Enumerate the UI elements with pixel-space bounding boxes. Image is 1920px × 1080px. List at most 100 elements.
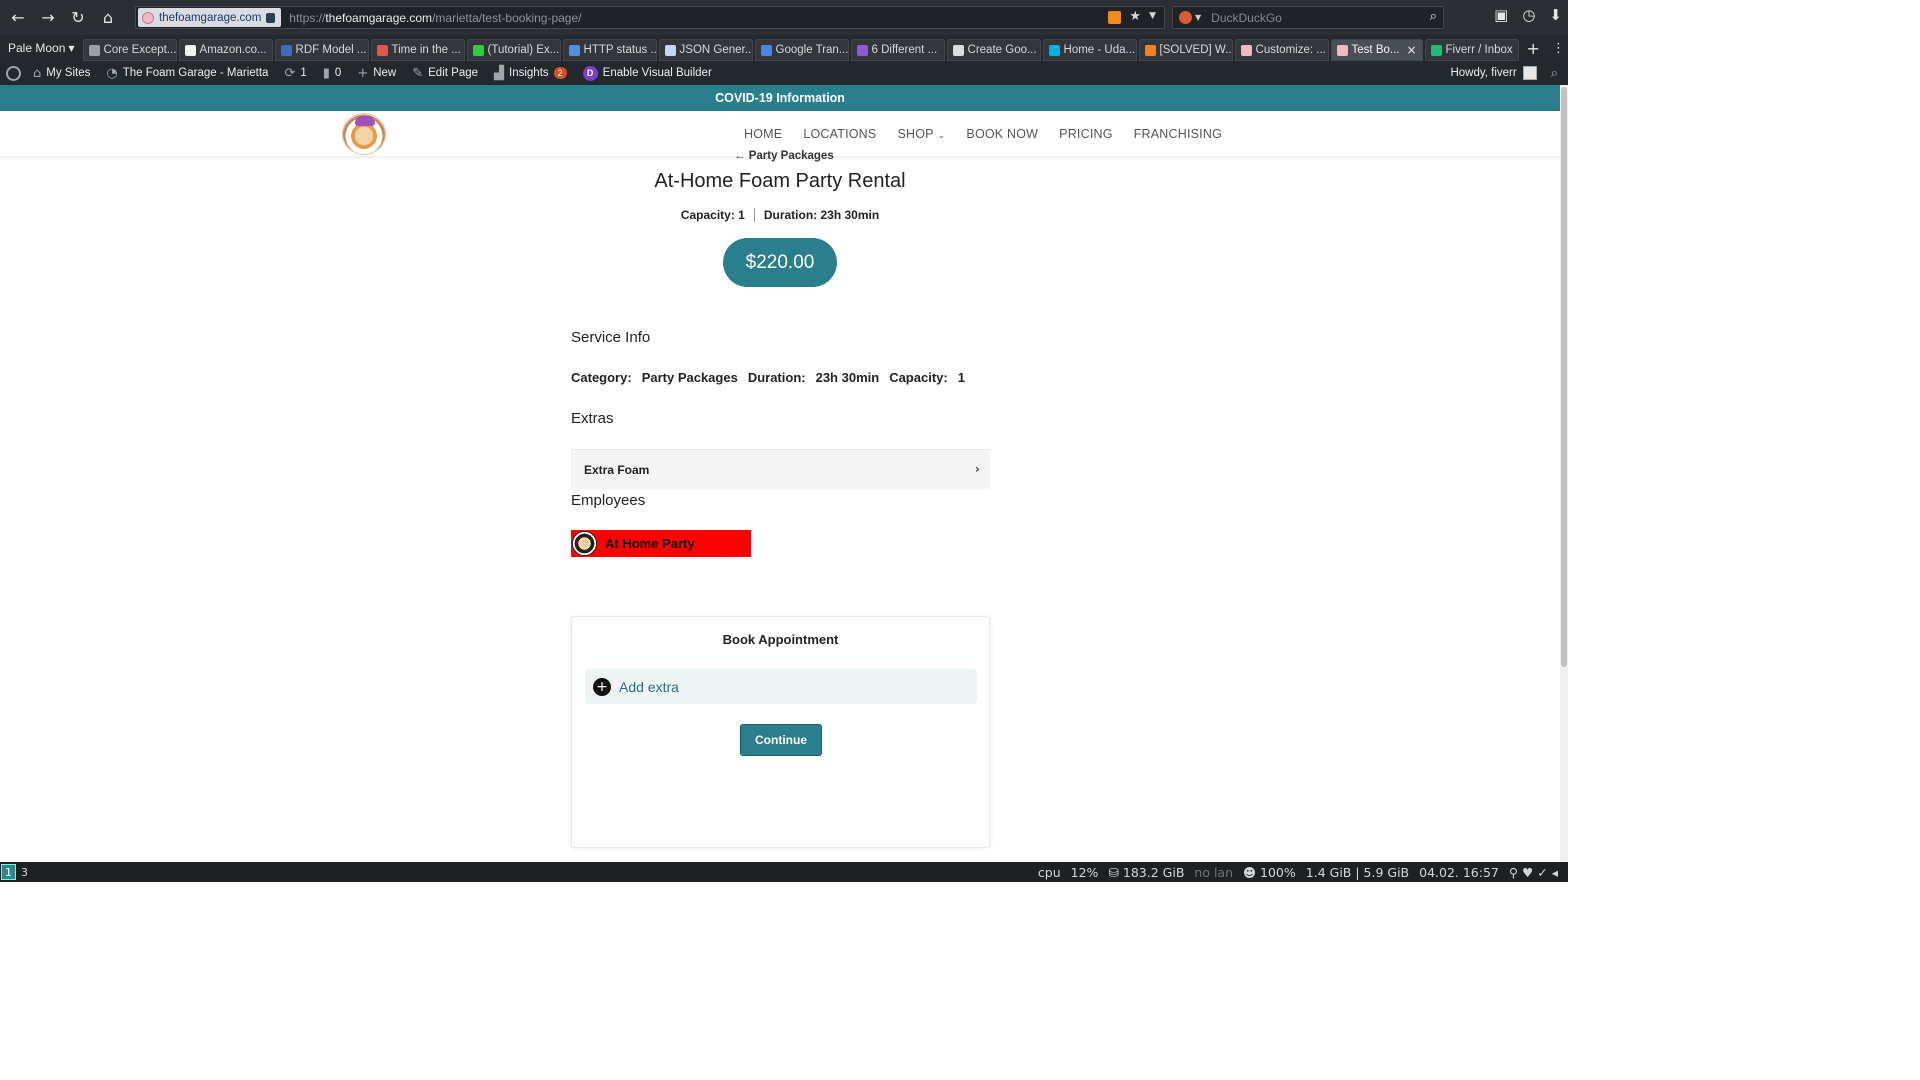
my-sites-menu[interactable]: ⌂ My Sites bbox=[25, 61, 98, 85]
network-status: no lan bbox=[1194, 864, 1234, 880]
search-input[interactable]: DuckDuckGo bbox=[1211, 11, 1282, 25]
site-favicon-icon bbox=[142, 11, 154, 24]
chevron-down-icon: ▼ bbox=[68, 43, 75, 53]
comments-count: 0 bbox=[334, 67, 342, 79]
tab-favicon-icon bbox=[1240, 44, 1252, 56]
url-bar[interactable]: thefoamgarage.com https://thefoamgarage.… bbox=[135, 6, 1165, 29]
url-dropdown-icon[interactable]: ▼ bbox=[1149, 11, 1156, 24]
nav-book-now[interactable]: BOOK NOW bbox=[966, 127, 1038, 141]
tab-favicon-icon bbox=[472, 44, 484, 56]
forward-arrow-icon[interactable]: → bbox=[36, 6, 60, 30]
nav-pricing[interactable]: PRICING bbox=[1059, 127, 1113, 141]
extra-item-row[interactable]: Extra Foam › bbox=[571, 449, 990, 489]
browser-tab[interactable]: Home - Uda... bbox=[1042, 39, 1137, 61]
insights-menu[interactable]: ▟ Insights 2 bbox=[486, 61, 575, 85]
tray-icons[interactable]: ⚲♥✓◂ bbox=[1509, 865, 1562, 880]
search-icon[interactable]: ⌕ bbox=[1551, 66, 1558, 81]
battery-icon: ☻ bbox=[1243, 864, 1257, 880]
url-text[interactable]: https://thefoamgarage.com/marietta/test-… bbox=[289, 11, 581, 25]
nav-home[interactable]: HOME bbox=[744, 127, 782, 141]
history-clock-icon[interactable]: ◷ bbox=[1522, 6, 1535, 24]
browser-tab[interactable]: Create Goo... bbox=[946, 39, 1041, 61]
browser-tab[interactable]: Time in the ... bbox=[370, 39, 465, 61]
browser-tab[interactable]: Google Tran... bbox=[754, 39, 849, 61]
tab-favicon-icon bbox=[88, 44, 100, 56]
tab-label: 6 Different ... bbox=[871, 44, 938, 56]
browser-tab[interactable]: HTTP status ... bbox=[562, 39, 657, 61]
browser-tab[interactable]: Customize: ... bbox=[1234, 39, 1329, 61]
search-bar[interactable]: ▼ DuckDuckGo ⌕ bbox=[1172, 6, 1444, 29]
comments-menu[interactable]: ▮ 0 bbox=[315, 61, 350, 85]
extension-icon[interactable]: ▣ bbox=[1494, 6, 1508, 24]
tab-label: Test Bo... bbox=[1351, 44, 1400, 56]
edit-page-label: Edit Page bbox=[428, 67, 479, 79]
close-tab-icon[interactable]: × bbox=[1406, 43, 1416, 57]
browser-tab[interactable]: RDF Model ... bbox=[274, 39, 369, 61]
tab-list-icon[interactable]: ⋮ bbox=[1552, 41, 1565, 56]
app-menu-button[interactable]: Pale Moon ▼ bbox=[0, 41, 83, 55]
tab-favicon-icon bbox=[856, 44, 868, 56]
workspace-1[interactable]: 1 bbox=[1, 864, 16, 880]
updates-icon: ⟳ bbox=[284, 65, 296, 81]
lock-icon bbox=[266, 12, 276, 23]
battery-status: ☻ 100% bbox=[1243, 865, 1296, 880]
edit-page-link[interactable]: ✎ Edit Page bbox=[404, 61, 486, 85]
tab-favicon-icon bbox=[1430, 44, 1442, 56]
bookmark-star-icon[interactable]: ★ bbox=[1129, 9, 1141, 24]
insights-label: Insights bbox=[509, 67, 549, 79]
back-to-category-link[interactable]: ← Party Packages bbox=[734, 150, 834, 162]
disk-usage: ⛁ 183.2 GiB bbox=[1108, 865, 1184, 880]
site-name-menu[interactable]: ◔ The Foam Garage - Marietta bbox=[98, 61, 276, 85]
browser-tab[interactable]: 6 Different ... bbox=[850, 39, 945, 61]
tab-label: RDF Model ... bbox=[295, 44, 367, 56]
account-menu[interactable]: Howdy, fiverr ⌕ bbox=[1450, 61, 1558, 85]
new-content-menu[interactable]: + New bbox=[349, 61, 404, 85]
covid-banner[interactable]: COVID-19 Information bbox=[0, 85, 1560, 111]
back-arrow-icon[interactable]: ← bbox=[6, 6, 30, 30]
nav-franchising[interactable]: FRANCHISING bbox=[1134, 127, 1222, 141]
chevron-down-icon: ⌄ bbox=[937, 130, 946, 141]
nav-locations[interactable]: LOCATIONS bbox=[803, 127, 876, 141]
my-sites-icon: ⌂ bbox=[33, 65, 42, 81]
updates-menu[interactable]: ⟳ 1 bbox=[276, 61, 314, 85]
tab-label: [SOLVED] W... bbox=[1159, 44, 1233, 56]
browser-tab[interactable]: [SOLVED] W... bbox=[1138, 39, 1233, 61]
duckduckgo-icon[interactable] bbox=[1179, 11, 1192, 24]
price-badge: $220.00 bbox=[723, 238, 837, 287]
continue-button[interactable]: Continue bbox=[740, 724, 822, 756]
nav-shop[interactable]: SHOP ⌄ bbox=[897, 127, 945, 141]
wordpress-logo-icon[interactable] bbox=[6, 65, 21, 81]
foam-garage-logo[interactable] bbox=[342, 113, 386, 155]
search-icon[interactable]: ⌕ bbox=[1430, 9, 1437, 24]
browser-tab[interactable]: (Tutorial) Ex... bbox=[466, 39, 561, 61]
scrollbar-thumb[interactable] bbox=[1561, 87, 1567, 667]
search-engine-dropdown-icon[interactable]: ▼ bbox=[1195, 13, 1201, 22]
browser-tab[interactable]: JSON Gener... bbox=[658, 39, 753, 61]
site-identity[interactable]: thefoamgarage.com bbox=[138, 8, 282, 27]
employee-name: At Home Party bbox=[605, 536, 695, 551]
add-extra-button[interactable]: + Add extra bbox=[585, 669, 977, 704]
browser-tab[interactable]: Fiverr / Inbox bbox=[1424, 39, 1519, 61]
browser-tab[interactable]: Amazon.co... bbox=[178, 39, 273, 61]
workspace-3[interactable]: 3 bbox=[17, 864, 32, 880]
rss-icon[interactable] bbox=[1108, 11, 1122, 24]
avatar bbox=[1522, 66, 1537, 80]
downloads-icon[interactable]: ⬇ bbox=[1549, 6, 1562, 24]
reload-icon[interactable]: ↻ bbox=[66, 6, 90, 30]
browser-tab[interactable]: Test Bo... × bbox=[1330, 39, 1423, 61]
home-icon[interactable]: ⌂ bbox=[96, 6, 120, 30]
browser-tab[interactable]: Core Except... bbox=[82, 39, 177, 61]
disk-value: 183.2 GiB bbox=[1122, 864, 1185, 880]
employee-card[interactable]: At Home Party bbox=[571, 530, 751, 557]
visual-builder-link[interactable]: D Enable Visual Builder bbox=[575, 61, 720, 85]
tab-label: Home - Uda... bbox=[1063, 44, 1136, 56]
tab-label: Time in the ... bbox=[391, 44, 461, 56]
memory-usage: 1.4 GiB | 5.9 GiB bbox=[1305, 864, 1410, 880]
url-prefix: https:// bbox=[289, 10, 326, 25]
new-tab-icon[interactable]: + bbox=[1527, 39, 1540, 58]
my-sites-label: My Sites bbox=[46, 67, 91, 79]
employees-heading: Employees bbox=[571, 492, 646, 509]
tab-favicon-icon bbox=[568, 44, 580, 56]
page-scrollbar[interactable] bbox=[1560, 85, 1568, 862]
capacity-value: 1 bbox=[957, 370, 965, 385]
